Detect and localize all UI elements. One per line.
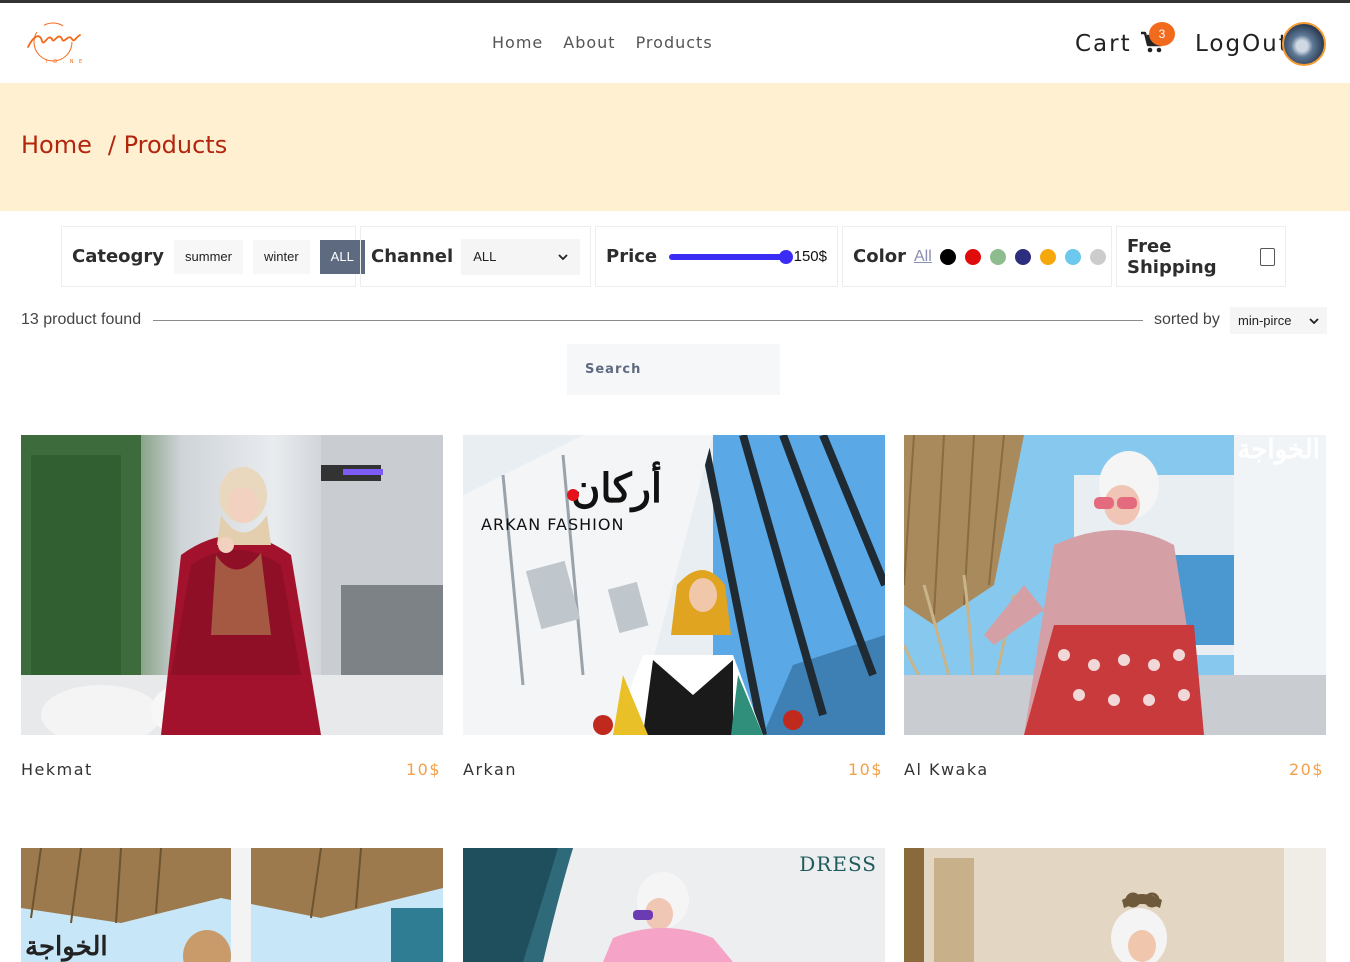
category-winter-button[interactable]: winter (252, 239, 310, 274)
nav-about-link[interactable]: About (563, 33, 615, 52)
product-card[interactable]: Hekmat 10$ (21, 435, 443, 779)
site-header: I G . N E Home About Products Cart 3 Log… (0, 3, 1350, 83)
product-card[interactable]: DRESS (463, 848, 885, 962)
product-count: 13 product found (21, 311, 142, 328)
filter-bar: Cateogry summer winter ALL Channel ALL P… (61, 226, 1290, 287)
cart-count-badge: 3 (1149, 22, 1175, 46)
free-shipping-filter: Free Shipping (1116, 226, 1286, 287)
category-summer-button[interactable]: summer (174, 239, 243, 274)
breadcrumb-current: / Products (107, 131, 228, 159)
free-shipping-label: Free Shipping (1127, 235, 1217, 278)
free-shipping-checkbox[interactable] (1260, 247, 1275, 266)
price-filter: Price 150$ (595, 226, 838, 287)
product-image: DRESS (463, 848, 885, 962)
main-nav: Home About Products (492, 33, 713, 52)
product-image: الخواجة (904, 435, 1326, 735)
product-name: Arkan (463, 760, 517, 779)
arkan-logo-dot (567, 489, 579, 501)
product-image: الخواجة (21, 848, 443, 962)
dress-logo: DRESS (799, 852, 877, 876)
logo-mark: I G . N E (27, 22, 84, 65)
category-label: Cateogry (72, 246, 165, 267)
price-slider-thumb[interactable] (779, 249, 794, 264)
product-photo (904, 848, 1326, 962)
color-swatch[interactable] (939, 248, 956, 265)
al-kwaka-photo (904, 435, 1326, 735)
page-banner: Home / Products (0, 83, 1350, 211)
product-name: Al Kwaka (904, 760, 989, 779)
nav-home-link[interactable]: Home (492, 33, 543, 52)
channel-select-value: ALL (473, 249, 497, 264)
color-swatch[interactable] (964, 248, 981, 265)
product-card[interactable] (904, 848, 1326, 962)
product-image: ARKAN FASHION أركان (463, 435, 885, 735)
product-price: 20$ (1288, 760, 1324, 779)
color-all-link[interactable]: All (914, 248, 932, 266)
breadcrumb: Home / Products (21, 131, 227, 159)
breadcrumb-home-link[interactable]: Home (21, 131, 92, 159)
price-value: 150$ (793, 248, 827, 265)
sort-select[interactable]: min-pirce (1230, 307, 1327, 334)
product-name: Hekmat (21, 760, 93, 779)
color-swatch[interactable] (1039, 248, 1056, 265)
product-price: 10$ (847, 760, 883, 779)
nav-products-link[interactable]: Products (636, 33, 713, 52)
price-slider-track (669, 253, 787, 260)
color-swatches (939, 248, 1115, 265)
price-label: Price (606, 246, 658, 267)
arkan-logo-text: ARKAN FASHION (481, 515, 625, 534)
logout-button[interactable]: LogOut (1195, 31, 1290, 57)
chevron-down-icon (558, 253, 568, 260)
color-swatch[interactable] (1064, 248, 1081, 265)
price-slider[interactable] (669, 249, 794, 265)
color-swatch[interactable] (989, 248, 1006, 265)
arkan-arabic-logo: أركان (571, 465, 663, 512)
product-card[interactable]: ARKAN FASHION أركان Arkan 10$ (463, 435, 885, 779)
sort-select-value: min-pirce (1238, 313, 1292, 328)
color-swatch[interactable] (1089, 248, 1106, 265)
divider (153, 320, 1143, 321)
product-image (904, 848, 1326, 962)
user-avatar[interactable] (1282, 22, 1326, 66)
category-all-button[interactable]: ALL (319, 239, 365, 274)
product-price: 10$ (405, 760, 441, 779)
kwaka-arabic-logo: الخواجة (25, 932, 108, 962)
hekmat-photo (21, 435, 443, 735)
search-input[interactable] (567, 344, 780, 395)
product-card[interactable]: الخواجة (21, 848, 443, 962)
svg-text:I G . N E: I G . N E (46, 59, 84, 65)
channel-select[interactable]: ALL (461, 238, 580, 275)
channel-filter: Channel ALL (360, 226, 591, 287)
color-label: Color (853, 246, 906, 267)
sort-label: sorted by (1154, 311, 1220, 328)
kwaka-arabic-logo: الخواجة (1237, 435, 1320, 465)
category-filter: Cateogry summer winter ALL (61, 226, 365, 287)
color-filter: Color All (842, 226, 1112, 287)
channel-label: Channel (371, 246, 454, 267)
cart-label: Cart (1075, 31, 1132, 57)
arkan-photo (463, 435, 885, 735)
brand-logo[interactable]: I G . N E (20, 17, 86, 67)
product-card[interactable]: الخواجة Al Kwaka 20$ (904, 435, 1326, 779)
product-image (21, 435, 443, 735)
chevron-down-icon (1309, 317, 1319, 324)
color-swatch[interactable] (1014, 248, 1031, 265)
